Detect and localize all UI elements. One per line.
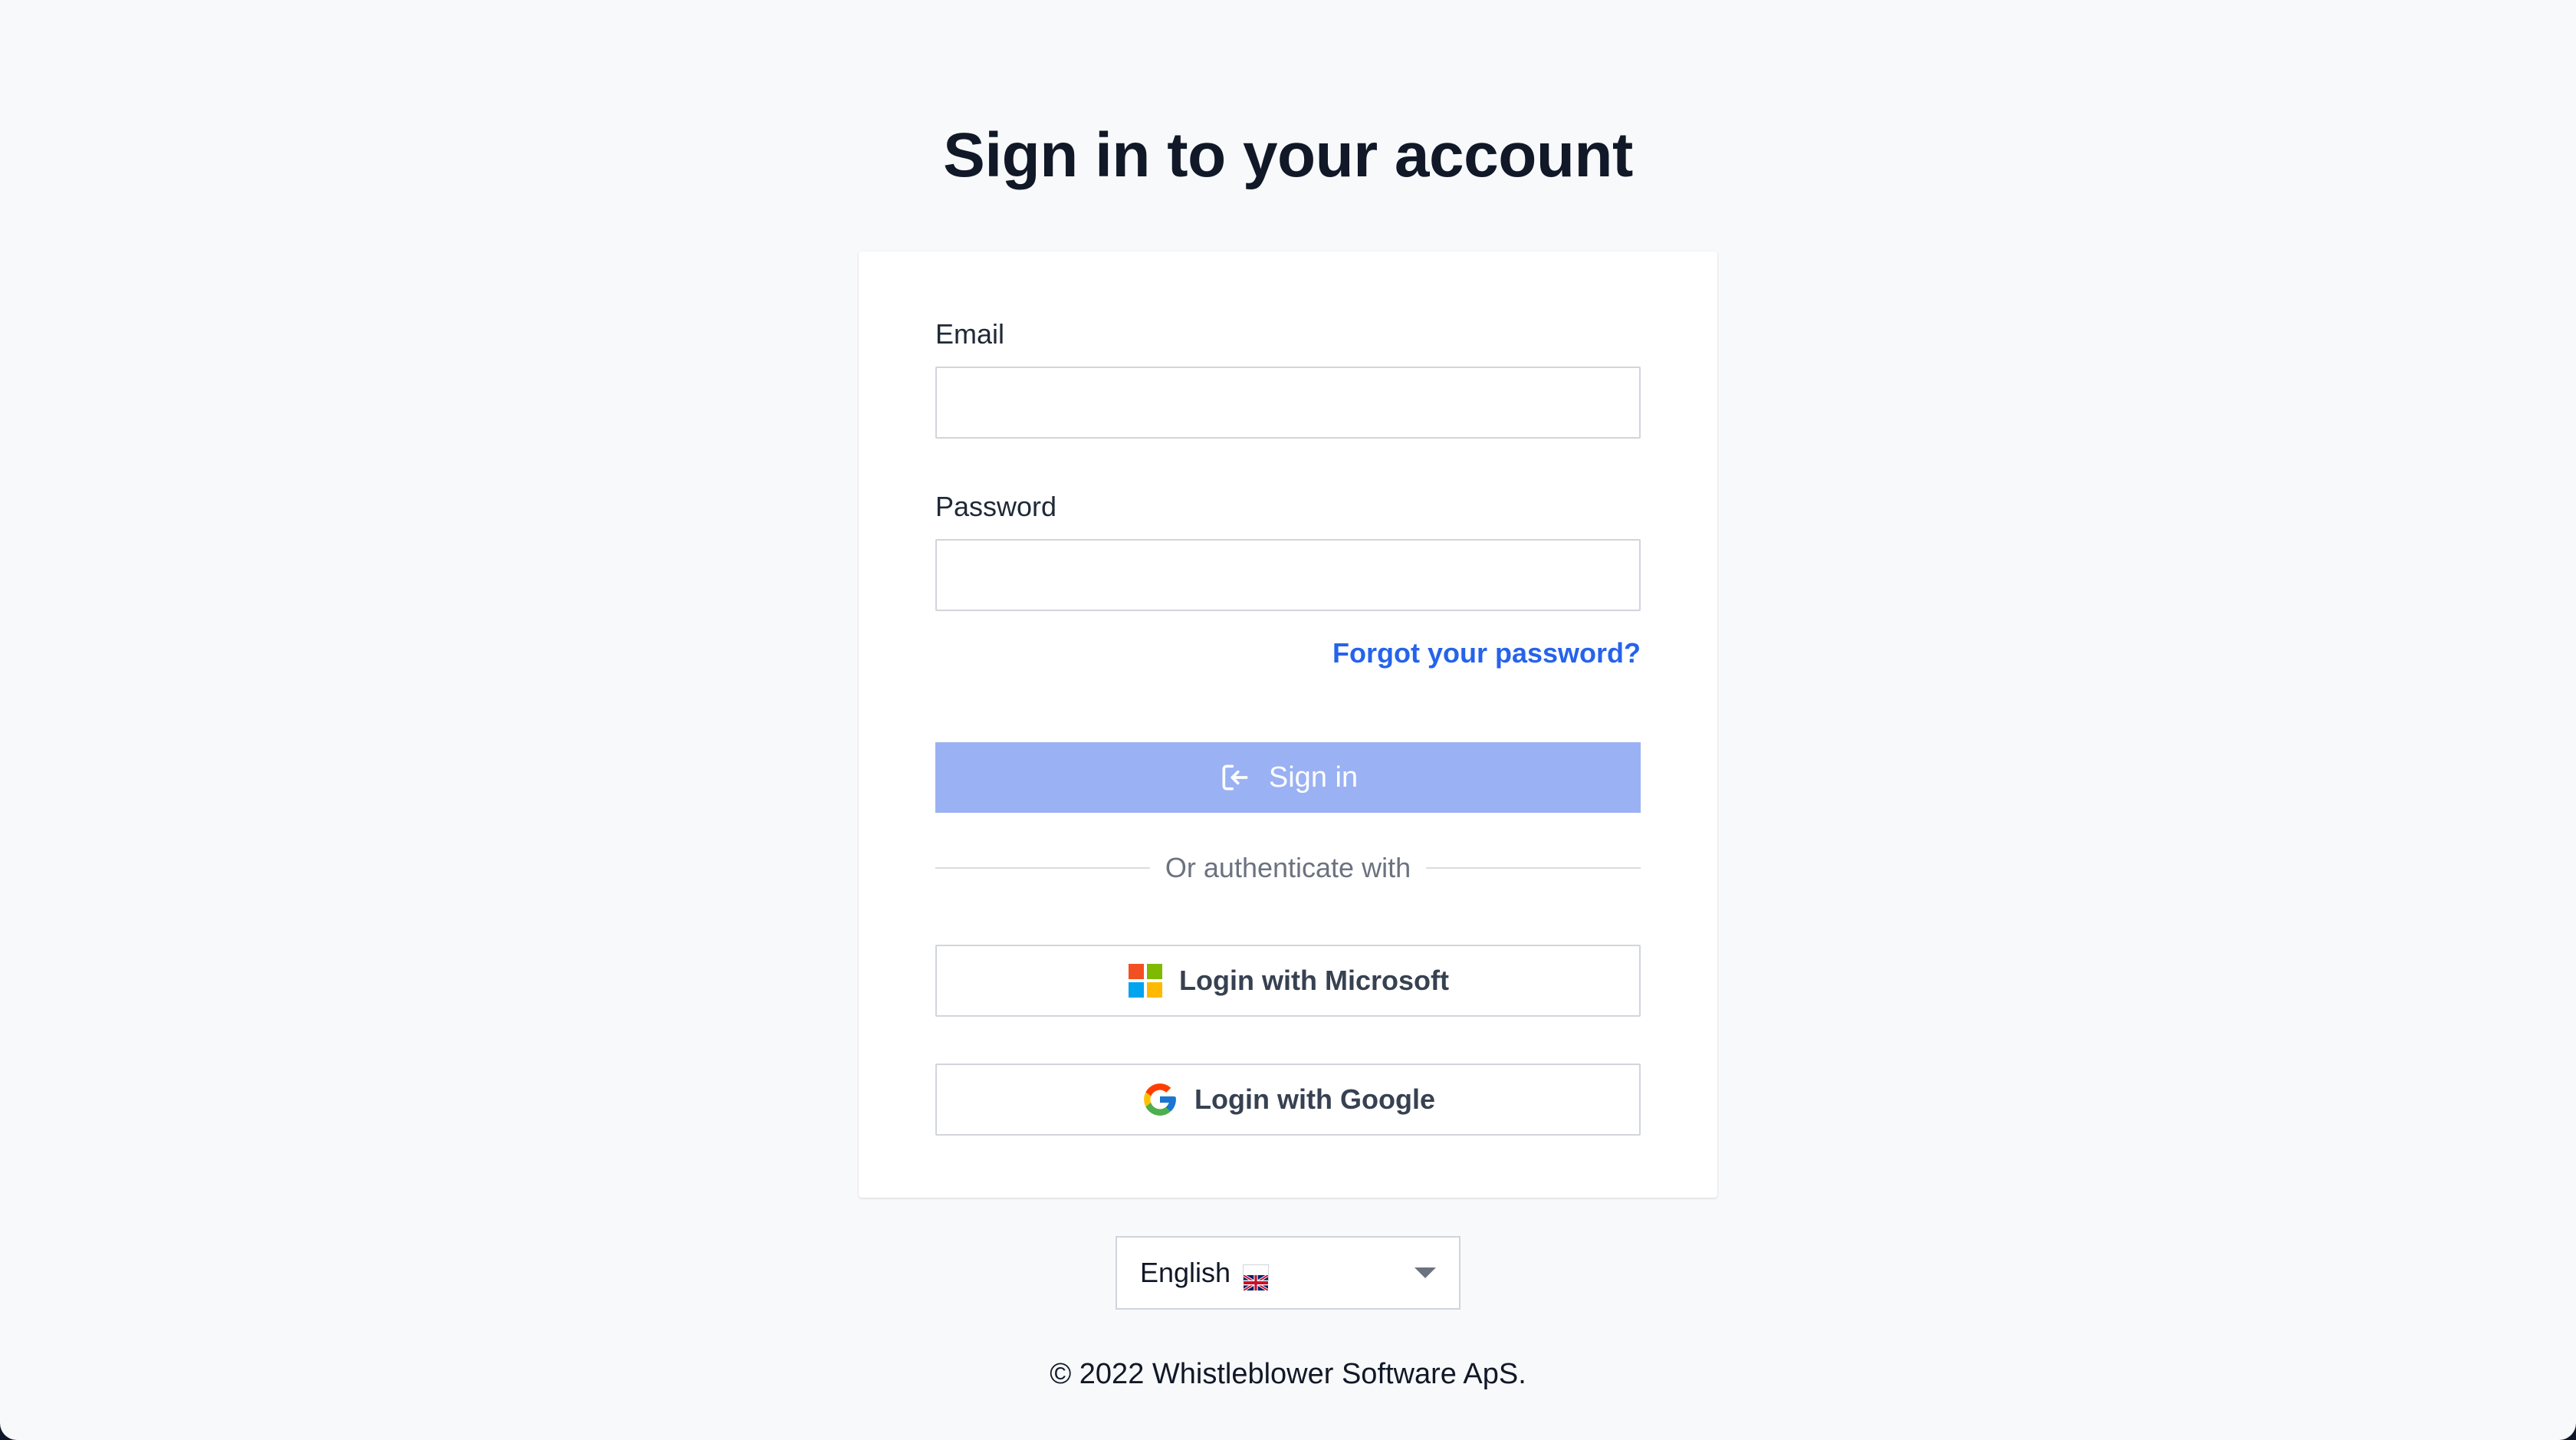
auth-divider: Or authenticate with: [935, 850, 1641, 886]
email-field[interactable]: [935, 367, 1641, 439]
login-with-google-button[interactable]: Login with Google: [935, 1064, 1641, 1136]
divider-line-left: [935, 867, 1150, 869]
sign-in-button[interactable]: Sign in: [935, 742, 1641, 813]
divider-line-right: [1426, 867, 1641, 869]
language-select[interactable]: English: [1116, 1236, 1460, 1310]
chevron-down-icon: [1414, 1267, 1436, 1278]
language-selected-label: English: [1140, 1257, 1231, 1288]
login-with-microsoft-button[interactable]: Login with Microsoft: [935, 945, 1641, 1017]
sign-in-label: Sign in: [1268, 761, 1359, 794]
footer-copyright: © 2022 Whistleblower Software ApS.: [1050, 1358, 1526, 1390]
uk-flag-icon: [1243, 1264, 1270, 1292]
sign-in-icon: [1218, 761, 1252, 794]
password-field[interactable]: [935, 539, 1641, 611]
microsoft-logo-icon: [1127, 962, 1164, 999]
google-login-label: Login with Google: [1194, 1083, 1435, 1115]
login-card: Email Password Forgot your password? Sig…: [859, 252, 1717, 1198]
login-page: Sign in to your account Email Password F…: [0, 0, 2576, 1440]
password-label: Password: [935, 491, 1057, 522]
microsoft-login-label: Login with Microsoft: [1179, 965, 1449, 996]
email-label: Email: [935, 318, 1005, 350]
google-logo-icon: [1141, 1080, 1179, 1119]
forgot-password-link[interactable]: Forgot your password?: [1332, 635, 1641, 672]
divider-text: Or authenticate with: [1165, 852, 1411, 883]
page-title: Sign in to your account: [943, 120, 1633, 190]
